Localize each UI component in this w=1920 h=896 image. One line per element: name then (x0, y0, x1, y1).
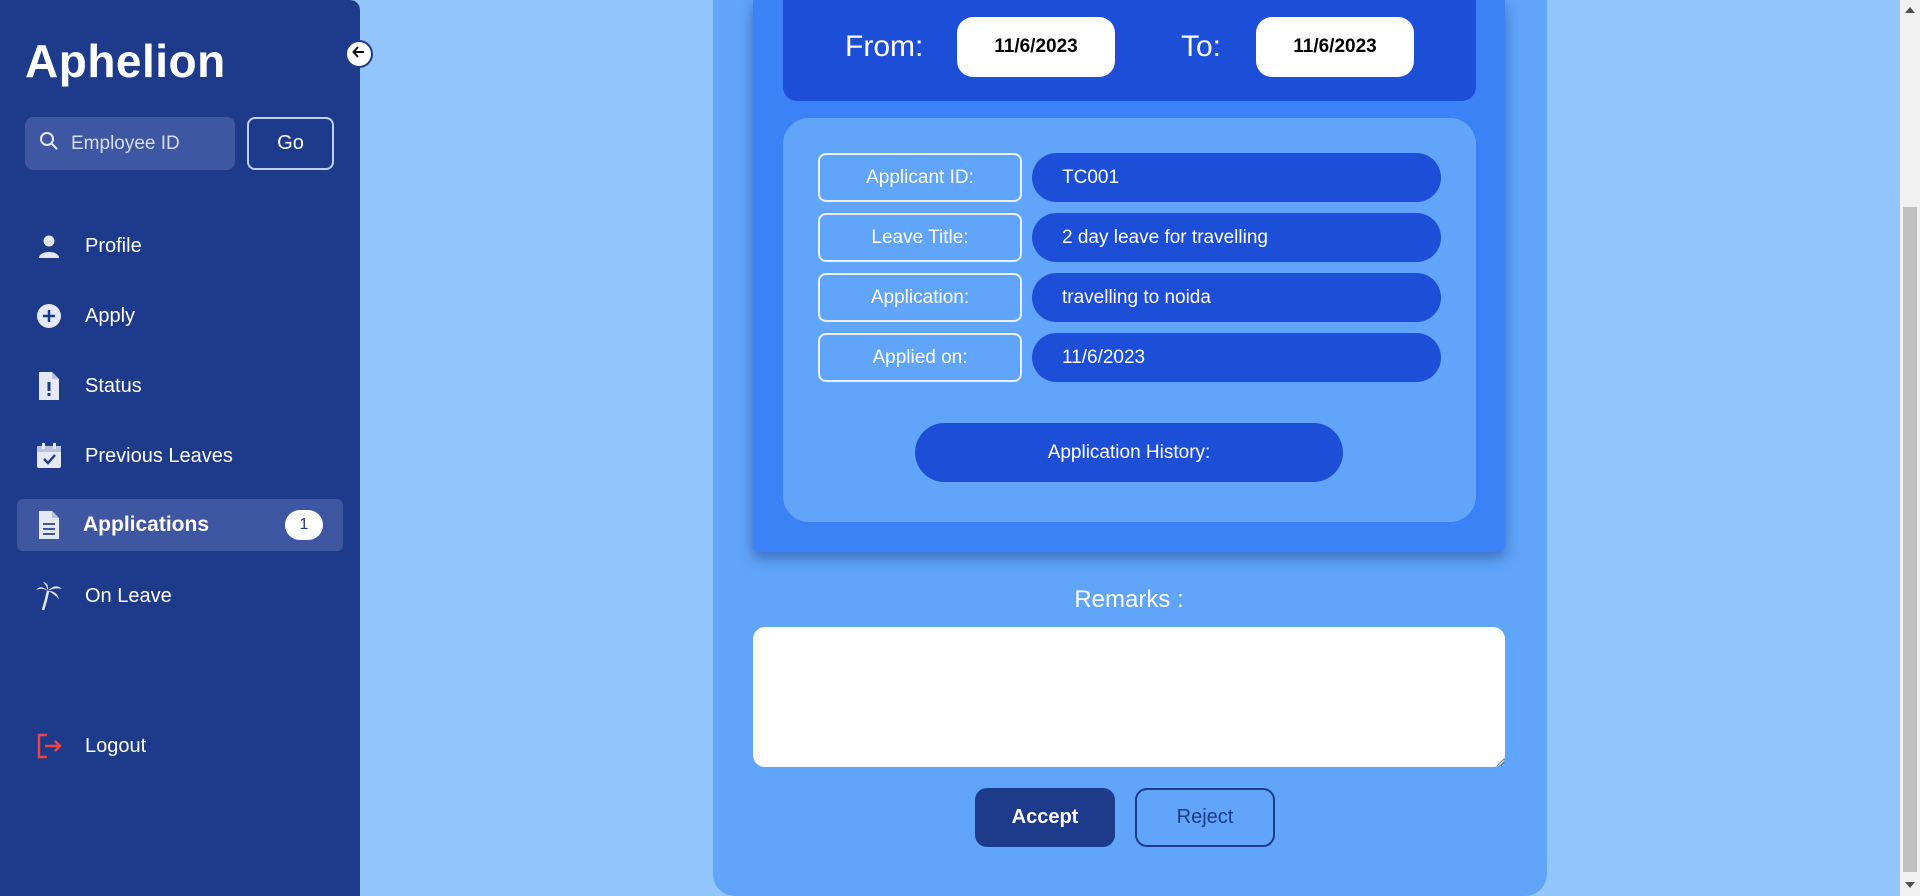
collapse-sidebar-button[interactable] (345, 40, 373, 68)
from-date: 11/6/2023 (957, 17, 1115, 77)
person-icon (33, 230, 65, 262)
employee-search[interactable] (25, 117, 235, 170)
logout-label: Logout (85, 734, 147, 757)
scroll-down-arrow-icon[interactable] (1905, 882, 1915, 888)
application-value: travelling to noida (1032, 273, 1441, 322)
sidebar-item-on-leave[interactable]: On Leave (17, 570, 343, 622)
calendar-check-icon (33, 440, 65, 472)
sidebar: Aphelion Go Profile Apply Status Previou… (0, 0, 360, 896)
remarks-input[interactable] (753, 627, 1505, 767)
sidebar-item-label: Profile (85, 234, 142, 257)
application-label: Application: (818, 273, 1022, 322)
logout-button[interactable]: Logout (17, 720, 343, 772)
scroll-thumb[interactable] (1903, 207, 1917, 872)
to-label: To: (1181, 30, 1222, 63)
plus-circle-icon (33, 300, 65, 332)
sidebar-item-previous-leaves[interactable]: Previous Leaves (17, 430, 343, 482)
employee-id-input[interactable] (69, 131, 223, 156)
sidebar-item-apply[interactable]: Apply (17, 290, 343, 342)
arrow-left-icon (351, 44, 367, 65)
logout-icon (33, 730, 65, 762)
sidebar-item-label: Apply (85, 304, 136, 327)
sidebar-item-applications[interactable]: Applications 1 (17, 499, 343, 551)
applied-on-label: Applied on: (818, 333, 1022, 382)
sidebar-item-label: On Leave (85, 584, 172, 607)
applicant-id-value: TC001 (1032, 153, 1441, 202)
accept-button[interactable]: Accept (975, 788, 1115, 847)
leave-title-label: Leave Title: (818, 213, 1022, 262)
sidebar-item-profile[interactable]: Profile (17, 220, 343, 272)
file-alert-icon (33, 370, 65, 402)
to-date: 11/6/2023 (1256, 17, 1414, 77)
date-range-bar: From: 11/6/2023 To: 11/6/2023 (783, 0, 1476, 101)
from-label: From: (845, 30, 924, 63)
palm-tree-icon (33, 580, 65, 612)
document-icon (33, 509, 65, 541)
page-scrollbar[interactable] (1900, 0, 1920, 896)
sidebar-item-label: Previous Leaves (85, 444, 233, 467)
leave-title-value: 2 day leave for travelling (1032, 213, 1441, 262)
sidebar-item-status[interactable]: Status (17, 360, 343, 412)
sidebar-item-label: Status (85, 374, 142, 397)
brand-title: Aphelion (25, 35, 226, 87)
go-button[interactable]: Go (247, 117, 334, 170)
applied-on-value: 11/6/2023 (1032, 333, 1441, 382)
scroll-up-arrow-icon[interactable] (1905, 7, 1915, 13)
notification-badge: 1 (285, 510, 323, 540)
applicant-id-label: Applicant ID: (818, 153, 1022, 202)
search-icon (39, 131, 59, 156)
sidebar-item-label: Applications (83, 513, 210, 536)
reject-button[interactable]: Reject (1135, 788, 1275, 847)
remarks-label: Remarks : (1074, 586, 1184, 613)
application-history-button[interactable]: Application History: (915, 423, 1343, 482)
